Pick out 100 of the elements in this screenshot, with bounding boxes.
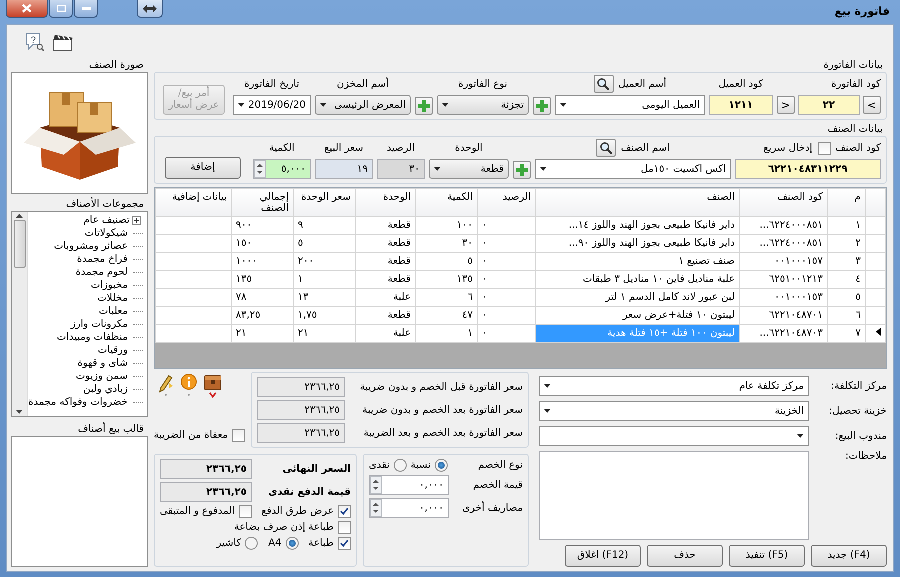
radio-button[interactable]	[435, 459, 448, 472]
tree-item[interactable]: معلبات	[98, 306, 128, 317]
resize-button[interactable]	[137, 0, 163, 18]
maximize-button[interactable]	[49, 0, 73, 18]
tree-item[interactable]: تصنيف عام	[84, 215, 130, 226]
action-button[interactable]: جديد (F4)	[811, 545, 887, 567]
column-header[interactable]: م	[828, 188, 866, 216]
store-combo[interactable]: المعرض الرئيسى	[315, 95, 411, 115]
price-field[interactable]: ١٩	[315, 159, 373, 179]
tree-item[interactable]: مخبوزات	[90, 280, 128, 291]
checkbox[interactable]	[818, 142, 831, 154]
column-header[interactable]: كود الصنف	[740, 188, 828, 216]
customer-combo[interactable]: العميل اليومى	[555, 95, 705, 115]
table-cell: علبة	[356, 288, 416, 306]
invoice-type-combo[interactable]: تجزئة	[437, 95, 529, 115]
item-name-combo[interactable]: اكس اكسيت ١٥٠مل	[535, 159, 731, 179]
scroll-down-icon[interactable]	[16, 410, 24, 414]
scrollbar[interactable]	[12, 212, 28, 416]
checkbox[interactable]	[338, 521, 351, 534]
scroll-thumb[interactable]	[14, 220, 26, 268]
tree-item[interactable]: منظفات ومبيدات	[57, 332, 128, 343]
notes-field[interactable]	[539, 451, 809, 540]
column-header[interactable]: إجمالي الصنف	[232, 188, 294, 216]
column-header[interactable]: الرصيد	[478, 188, 536, 216]
checkbox[interactable]	[232, 429, 245, 442]
table-cell: ٥	[294, 234, 356, 252]
column-header[interactable]: الوحدة	[356, 188, 416, 216]
table-cell: ٧٨	[232, 288, 294, 306]
tree-item[interactable]: خضروات وفواكه مجمدة	[28, 397, 128, 408]
table-cell: ٤	[828, 270, 866, 288]
table-cell: ٢١	[294, 324, 356, 342]
action-button[interactable]: تنفيذ (F5)	[729, 545, 805, 567]
tree-item[interactable]: سمن وزيوت	[76, 371, 128, 382]
select-field[interactable]: الخزينة	[539, 401, 809, 421]
checkbox[interactable]	[238, 505, 252, 518]
invoice-code-field[interactable]: ٢٢	[798, 95, 860, 115]
select-field[interactable]	[539, 426, 809, 446]
action-button[interactable]: اغلاق (F12)	[565, 545, 641, 567]
header-cell	[866, 188, 886, 216]
quantity-spinner[interactable]: ٥,٠٠٠	[253, 159, 311, 179]
section-title: بيانات الصنف	[828, 124, 884, 135]
table-cell: قطعة	[356, 306, 416, 324]
radio-button[interactable]	[245, 537, 258, 550]
tree-item[interactable]: ورقيات	[98, 345, 128, 356]
field-label: كود الفاتورة	[831, 78, 881, 90]
minimize-button[interactable]	[74, 0, 98, 18]
discount-spinner[interactable]: ٠,٠٠٠	[369, 475, 449, 495]
search-button[interactable]	[594, 75, 614, 93]
unit-combo[interactable]: قطعة	[429, 159, 509, 179]
column-header[interactable]: الصنف	[536, 188, 740, 216]
add-new-button[interactable]	[513, 161, 531, 179]
checkbox[interactable]	[338, 505, 351, 518]
table-cell: ٠٠١٠٠٠١٥٣	[740, 288, 828, 306]
radio-button[interactable]	[286, 537, 299, 550]
tree-item[interactable]: لحوم مجمدة	[76, 267, 128, 278]
tree-item[interactable]: شاى و قهوة	[78, 358, 128, 369]
table-cell: قطعة	[356, 252, 416, 270]
box-icon[interactable]	[204, 374, 222, 398]
table-cell: ٦٢٥١٠٠١٢١٣	[740, 270, 828, 288]
caret-icon	[434, 167, 441, 171]
table-cell: ٦٢٢١٠٤٨٧٠١	[740, 306, 828, 324]
table-cell: ١	[416, 324, 478, 342]
select-field[interactable]: مركز تكلفة عام	[539, 376, 809, 396]
final-price-field: ٢٣٦٦,٢٥	[160, 459, 252, 479]
table-cell: ٠	[478, 324, 536, 342]
next-button[interactable]: >	[863, 96, 881, 114]
add-new-button[interactable]	[533, 97, 551, 115]
action-button[interactable]: حذف	[647, 545, 723, 567]
column-header[interactable]: الكمية	[416, 188, 478, 216]
customer-code-field[interactable]: ١٢١١	[709, 95, 773, 115]
pencil-icon[interactable]	[158, 374, 174, 396]
expand-icon[interactable]	[132, 216, 141, 225]
search-icon	[600, 142, 613, 154]
radio-button[interactable]	[394, 459, 407, 472]
plus-icon	[418, 100, 430, 112]
scroll-up-icon[interactable]	[16, 214, 24, 218]
tree-item[interactable]: فراخ مجمدة	[77, 254, 128, 265]
search-button[interactable]	[596, 139, 616, 157]
column-header[interactable]: بيانات إضافية	[155, 188, 232, 216]
field-label: نوع الخصم	[478, 460, 523, 471]
tree-item[interactable]: عصائر ومشروبات	[54, 241, 128, 252]
tree-item[interactable]: زبادي ولبن	[83, 384, 128, 395]
column-header[interactable]: سعر الوحدة	[294, 188, 356, 216]
tree-item[interactable]: شيكولاتات	[84, 228, 128, 239]
table-cell: ٢	[828, 234, 866, 252]
table-cell: ٤٧	[416, 306, 478, 324]
checkbox[interactable]	[338, 537, 351, 550]
plus-icon	[536, 100, 548, 112]
previous-button[interactable]: <	[777, 96, 795, 114]
table-cell: ٥	[828, 288, 866, 306]
add-button[interactable]: إضافة	[165, 157, 241, 179]
tree-item[interactable]: مخللات	[97, 293, 128, 304]
close-button[interactable]	[6, 0, 48, 18]
item-code-field[interactable]: ٦٢٢١٠٤٨٣١١٢٢٩	[735, 159, 881, 179]
add-new-button[interactable]	[415, 97, 433, 115]
date-picker[interactable]: 2019/06/20	[233, 95, 311, 115]
table-cell: ٣	[828, 252, 866, 270]
info-icon[interactable]	[180, 374, 198, 396]
expenses-spinner[interactable]: ٠,٠٠٠	[369, 498, 449, 518]
tree-item[interactable]: مكرونات وارز	[71, 319, 128, 330]
